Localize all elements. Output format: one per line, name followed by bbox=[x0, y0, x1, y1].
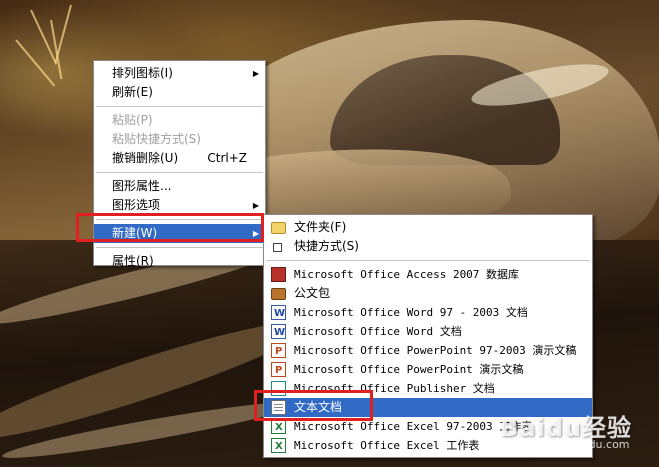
menu-item-label: 属性(R) bbox=[112, 254, 154, 268]
powerpoint-icon bbox=[271, 361, 286, 380]
submenu-item-briefcase[interactable]: 公文包 bbox=[264, 284, 592, 303]
submenu-item-label: Microsoft Office Access 2007 数据库 bbox=[294, 268, 520, 281]
menu-item-properties[interactable]: 属性(R) bbox=[94, 252, 265, 271]
menu-separator bbox=[96, 106, 263, 107]
submenu-item-word[interactable]: Microsoft Office Word 文档 bbox=[264, 322, 592, 342]
menu-separator bbox=[96, 247, 263, 248]
menu-item-label: 粘贴(P) bbox=[112, 113, 153, 127]
menu-item-shortcut: Ctrl+Z bbox=[207, 151, 247, 165]
submenu-item-label: Microsoft Office Word 97 - 2003 文档 bbox=[294, 306, 528, 319]
menu-item-paste-shortcut[interactable]: 粘贴快捷方式(S) bbox=[94, 130, 265, 149]
powerpoint-icon bbox=[271, 342, 286, 361]
menu-item-label: 撤销删除(U) bbox=[112, 151, 179, 165]
submenu-item-word-97-2003[interactable]: Microsoft Office Word 97 - 2003 文档 bbox=[264, 303, 592, 323]
submenu-item-folder[interactable]: 文件夹(F) bbox=[264, 218, 592, 237]
menu-separator bbox=[96, 172, 263, 173]
submenu-item-label: Microsoft Office Word 文档 bbox=[294, 325, 462, 338]
word-icon bbox=[271, 304, 286, 323]
baidu-watermark-url: jingyan.baidu.com bbox=[528, 438, 630, 451]
submenu-item-label: Microsoft Office Excel 工作表 bbox=[294, 439, 480, 452]
menu-item-label: 刷新(E) bbox=[112, 85, 153, 99]
briefcase-icon bbox=[271, 288, 286, 300]
submenu-item-powerpoint-97-2003[interactable]: Microsoft Office PowerPoint 97-2003 演示文稿 bbox=[264, 341, 592, 361]
word-icon bbox=[271, 323, 286, 342]
menu-item-label: 粘贴快捷方式(S) bbox=[112, 132, 201, 146]
submenu-item-label: 快捷方式(S) bbox=[294, 239, 359, 253]
highlight-box-text-document bbox=[254, 390, 373, 421]
folder-icon bbox=[271, 222, 286, 234]
highlight-box-new bbox=[76, 213, 264, 242]
menu-item-graphics-properties[interactable]: 图形属性... bbox=[94, 177, 265, 196]
excel-icon bbox=[271, 418, 286, 437]
submenu-item-access-database[interactable]: Microsoft Office Access 2007 数据库 bbox=[264, 265, 592, 284]
menu-item-paste[interactable]: 粘贴(P) bbox=[94, 111, 265, 130]
submenu-item-label: 公文包 bbox=[294, 286, 331, 300]
menu-item-undo-delete[interactable]: 撤销删除(U) Ctrl+Z bbox=[94, 149, 265, 168]
menu-item-label: 图形属性... bbox=[112, 179, 172, 193]
submenu-item-label: Microsoft Office PowerPoint 97-2003 演示文稿 bbox=[294, 344, 577, 357]
submenu-item-label: Microsoft Office PowerPoint 演示文稿 bbox=[294, 363, 524, 376]
menu-item-label: 图形选项 bbox=[112, 198, 161, 212]
menu-item-label: 排列图标(I) bbox=[112, 66, 173, 80]
shortcut-icon bbox=[273, 243, 282, 252]
excel-icon bbox=[271, 437, 286, 456]
submenu-item-shortcut[interactable]: 快捷方式(S) bbox=[264, 237, 592, 256]
menu-item-arrange-icons[interactable]: 排列图标(I) ▶ bbox=[94, 64, 265, 83]
menu-separator bbox=[266, 260, 590, 261]
submenu-item-powerpoint[interactable]: Microsoft Office PowerPoint 演示文稿 bbox=[264, 360, 592, 380]
submenu-item-label: Microsoft Office Excel 97-2003 工作表 bbox=[294, 420, 533, 433]
submenu-item-label: 文件夹(F) bbox=[294, 220, 347, 234]
submenu-arrow-icon: ▶ bbox=[252, 69, 259, 78]
menu-item-refresh[interactable]: 刷新(E) bbox=[94, 83, 265, 102]
access-icon bbox=[271, 267, 286, 282]
